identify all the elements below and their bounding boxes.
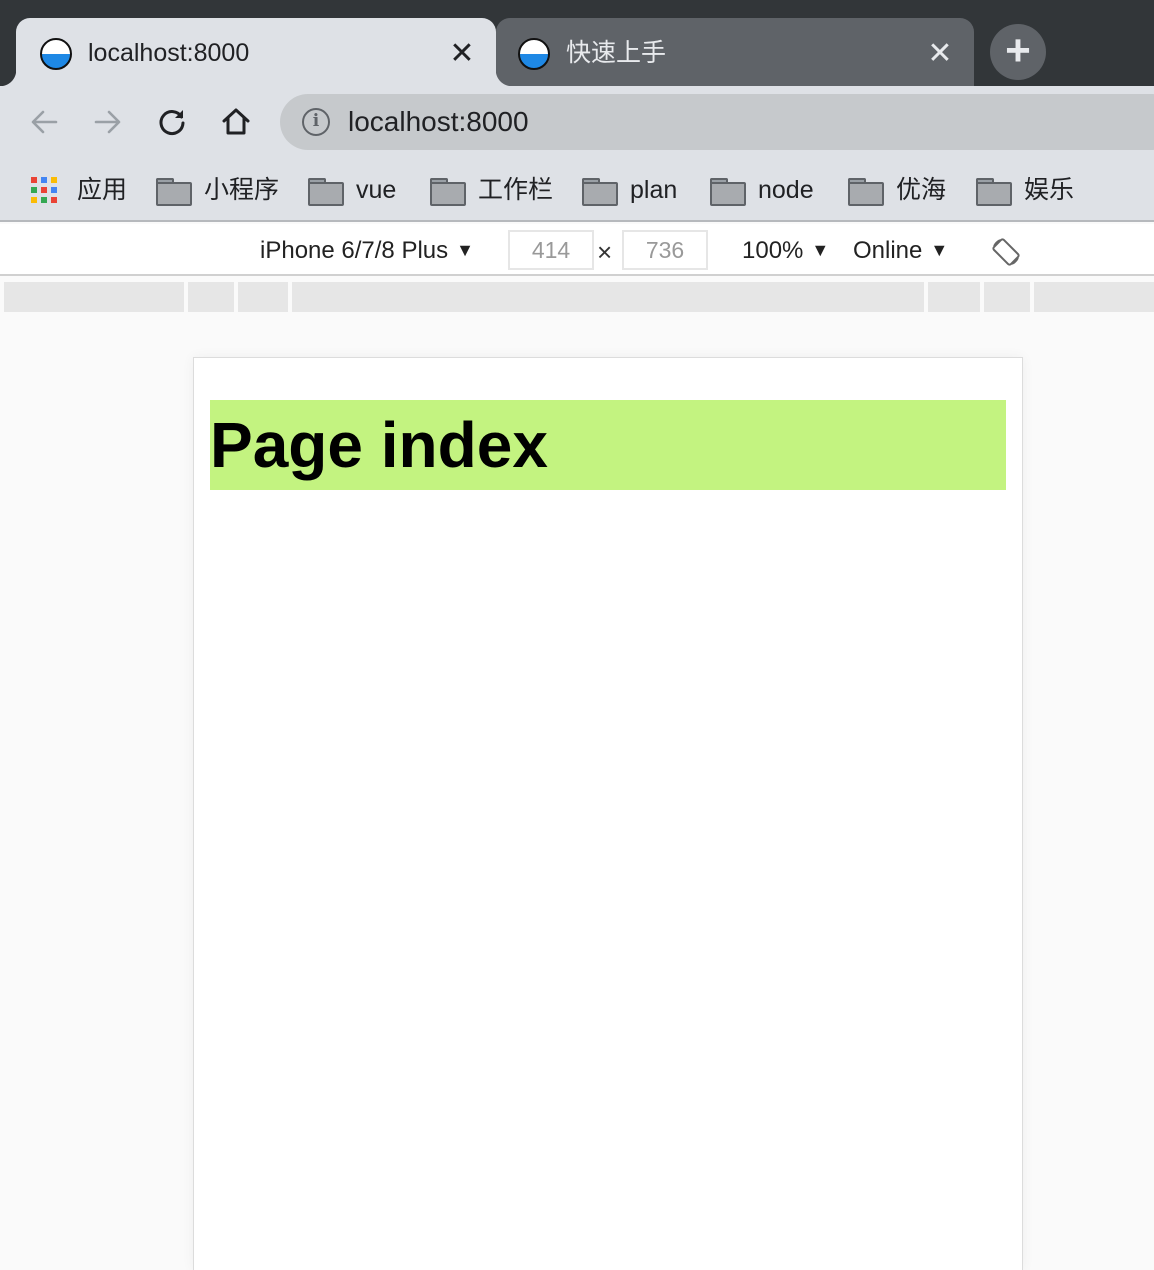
bookmark-label: vue <box>356 176 397 204</box>
height-input[interactable] <box>622 230 708 270</box>
bookmark-apps[interactable]: 应用 <box>31 174 127 206</box>
device-select-label: iPhone 6/7/8 Plus <box>260 237 449 264</box>
arrow-left-icon <box>31 110 58 134</box>
address-bar[interactable]: i localhost:8000 <box>280 94 1154 150</box>
browser-toolbar: i localhost:8000 <box>0 86 1154 158</box>
caret-down-icon: ▼ <box>930 240 949 260</box>
apps-grid-icon <box>31 177 57 203</box>
bookmark-label: 工作栏 <box>478 176 554 204</box>
dimension-times: × <box>597 237 613 267</box>
zoom-select[interactable]: 100% ▼ <box>742 236 829 265</box>
bookmark-folder-youhai[interactable]: 优海 <box>848 174 946 206</box>
folder-icon <box>582 178 618 206</box>
bookmark-label: 小程序 <box>204 176 280 204</box>
width-input[interactable] <box>508 230 594 270</box>
site-favicon-icon <box>518 38 550 70</box>
device-toolbar: iPhone 6/7/8 Plus ▼ × 100% ▼ Online ▼ <box>0 224 1154 276</box>
caret-down-icon: ▼ <box>811 240 830 260</box>
back-button[interactable] <box>22 100 66 144</box>
media-query-ruler <box>0 278 1154 314</box>
page-heading: Page index <box>210 400 1006 490</box>
ruler-segment[interactable] <box>292 282 924 312</box>
bookmark-label: 优海 <box>896 176 947 204</box>
network-select[interactable]: Online ▼ <box>853 236 948 265</box>
site-favicon-icon <box>40 38 72 70</box>
folder-icon <box>848 178 884 206</box>
ruler-segment[interactable] <box>984 282 1030 312</box>
bookmark-folder-workbar[interactable]: 工作栏 <box>430 174 553 206</box>
info-icon[interactable]: i <box>302 108 330 136</box>
ruler-segment[interactable] <box>1034 282 1154 312</box>
arrow-right-icon <box>94 110 121 134</box>
address-url[interactable]: localhost:8000 <box>348 106 529 138</box>
device-select[interactable]: iPhone 6/7/8 Plus ▼ <box>260 236 474 265</box>
bookmark-folder-node[interactable]: node <box>710 174 814 206</box>
folder-icon <box>976 178 1012 206</box>
new-tab-button[interactable]: + <box>990 24 1046 80</box>
tab-localhost[interactable]: localhost:8000 ✕ <box>0 18 512 86</box>
tab-strip: localhost:8000 ✕ 快速上手 ✕ + <box>0 0 1154 86</box>
bookmark-label: 应用 <box>77 176 128 204</box>
close-icon[interactable]: ✕ <box>926 39 954 69</box>
rotate-device-icon[interactable] <box>990 236 1022 268</box>
bookmark-label: 娱乐 <box>1024 176 1075 204</box>
reload-button[interactable] <box>150 100 194 144</box>
tab-title: localhost:8000 <box>88 39 250 67</box>
zoom-select-label: 100% <box>742 237 804 264</box>
close-icon[interactable]: ✕ <box>448 39 476 69</box>
network-select-label: Online <box>853 237 923 264</box>
device-viewport: Page index <box>193 357 1023 1270</box>
bookmark-label: node <box>758 176 814 204</box>
tab-quickstart[interactable]: 快速上手 ✕ <box>496 18 974 86</box>
folder-icon <box>156 178 192 206</box>
ruler-segment[interactable] <box>188 282 234 312</box>
ruler-segment[interactable] <box>4 282 184 312</box>
reload-icon <box>159 110 185 136</box>
home-button[interactable] <box>214 100 258 144</box>
ruler-segment[interactable] <box>928 282 980 312</box>
bookmark-folder-miniprogram[interactable]: 小程序 <box>156 174 279 206</box>
home-icon <box>222 108 250 135</box>
ruler-segment[interactable] <box>238 282 288 312</box>
folder-icon <box>430 178 466 206</box>
folder-icon <box>710 178 746 206</box>
bookmark-folder-plan[interactable]: plan <box>582 174 677 206</box>
bookmark-folder-vue[interactable]: vue <box>308 174 396 206</box>
tab-title: 快速上手 <box>566 39 667 67</box>
forward-button[interactable] <box>86 100 130 144</box>
bookmark-folder-entertainment[interactable]: 娱乐 <box>976 174 1074 206</box>
bookmarks-bar: 应用 小程序 vue 工作栏 plan node 优海 娱乐 <box>0 158 1154 222</box>
folder-icon <box>308 178 344 206</box>
caret-down-icon: ▼ <box>456 240 474 260</box>
bookmark-label: plan <box>630 176 678 204</box>
